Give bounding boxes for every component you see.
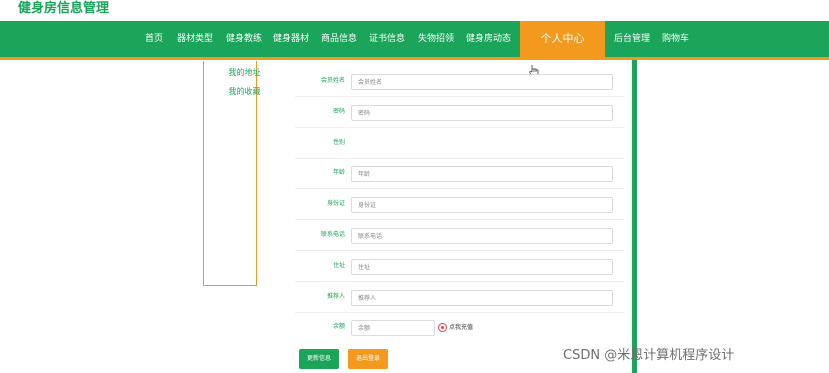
- top-navbar: 首页 器材类型 健身教练 健身器材 商品信息 证书信息 失物招领 健身房动态 个…: [0, 21, 829, 57]
- nav-item-equipment[interactable]: 健身器材: [273, 21, 309, 57]
- recharge-link[interactable]: 点我充值: [438, 322, 473, 332]
- password-label: 密码: [332, 108, 345, 115]
- nav-item-products[interactable]: 商品信息: [321, 21, 357, 57]
- id-card-label: 身份证: [326, 200, 345, 207]
- nav-item-cart[interactable]: 购物车: [662, 21, 689, 57]
- age-input[interactable]: [351, 166, 613, 182]
- member-name-label: 会员姓名: [320, 77, 345, 84]
- form-row-gender: 性别: [295, 128, 625, 159]
- gender-label: 性别: [332, 139, 345, 146]
- form-row-address: 住址: [295, 251, 625, 282]
- right-divider-bar: [632, 60, 637, 373]
- password-input[interactable]: [351, 105, 613, 121]
- address-input[interactable]: [351, 259, 613, 275]
- site-title: 健身房信息管理: [18, 1, 110, 16]
- logout-button[interactable]: 退出登录: [348, 349, 388, 369]
- balance-input[interactable]: [351, 320, 435, 336]
- nav-item-personal-center[interactable]: 个人中心: [520, 21, 605, 57]
- csdn-watermark: CSDN @米恩计算机程序设计: [563, 348, 735, 363]
- referrer-label: 推荐人: [326, 293, 345, 300]
- radio-dot-icon: [438, 323, 447, 332]
- balance-label: 余额: [332, 323, 345, 330]
- referrer-input[interactable]: [351, 290, 613, 306]
- navbar-accent-line: [0, 57, 829, 60]
- form-row-referrer: 推荐人: [295, 282, 625, 313]
- form-row-member-name: 会员姓名: [295, 66, 625, 97]
- nav-item-coaches[interactable]: 健身教练: [226, 21, 262, 57]
- form-row-id-card: 身份证: [295, 189, 625, 220]
- recharge-label: 点我充值: [449, 324, 474, 331]
- phone-label: 联系电话: [320, 231, 345, 238]
- sidebar-item-my-address[interactable]: 我的地址: [204, 67, 285, 78]
- form-row-password: 密码: [295, 97, 625, 128]
- phone-input[interactable]: [351, 228, 613, 244]
- personal-sidebar: 我的地址 我的收藏: [203, 61, 261, 286]
- address-label: 住址: [332, 262, 345, 269]
- nav-item-certificates[interactable]: 证书信息: [369, 21, 405, 57]
- form-row-phone: 联系电话: [295, 220, 625, 251]
- age-label: 年龄: [332, 169, 345, 176]
- nav-item-admin[interactable]: 后台管理: [614, 21, 650, 57]
- nav-item-lost-found[interactable]: 失物招领: [418, 21, 454, 57]
- nav-item-home[interactable]: 首页: [145, 21, 163, 57]
- form-row-age: 年龄: [295, 158, 625, 189]
- update-info-button[interactable]: 更新信息: [299, 349, 339, 369]
- nav-item-equipment-types[interactable]: 器材类型: [177, 21, 213, 57]
- id-card-input[interactable]: [351, 197, 613, 213]
- nav-item-gym-news[interactable]: 健身房动态: [466, 21, 511, 57]
- member-name-input[interactable]: [351, 74, 613, 90]
- sidebar-item-my-favorites[interactable]: 我的收藏: [204, 86, 285, 97]
